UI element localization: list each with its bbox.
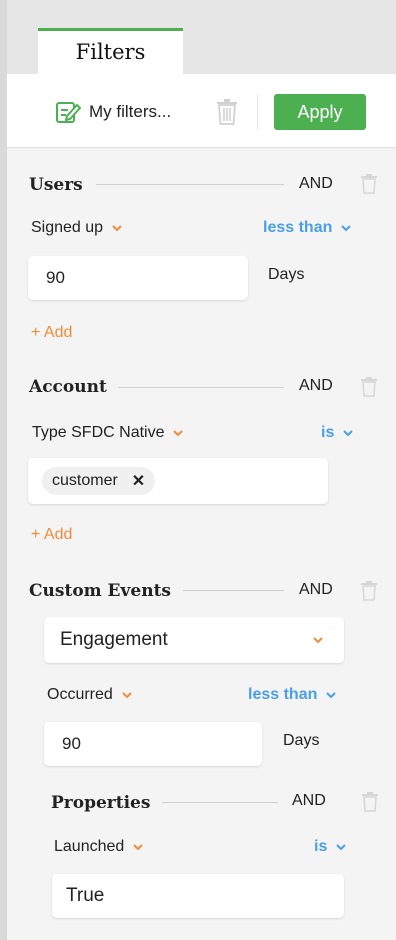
property-field-label: Launched xyxy=(54,838,125,855)
custom-events-logic-label: AND xyxy=(299,581,333,598)
users-section-title: Users xyxy=(29,175,83,195)
properties-divider xyxy=(162,802,278,803)
event-select[interactable]: Engagement xyxy=(44,617,344,663)
toolbar-divider xyxy=(257,94,258,130)
property-field-dropdown[interactable]: Launched xyxy=(54,838,144,856)
account-divider xyxy=(118,387,284,388)
chevron-down-icon xyxy=(326,692,337,699)
my-filters-button[interactable]: My filters... xyxy=(55,99,171,125)
properties-logic-label: AND xyxy=(292,792,326,809)
property-value-text: True xyxy=(66,885,105,906)
users-operator-label: less than xyxy=(263,219,333,236)
my-filters-label: My filters... xyxy=(89,102,172,121)
properties-section-title: Properties xyxy=(51,793,151,813)
tab-filters-label: Filters xyxy=(75,40,146,64)
account-section-title: Account xyxy=(29,377,107,397)
remove-chip-icon[interactable]: ✕ xyxy=(132,471,145,491)
event-value-input[interactable]: 90 xyxy=(44,722,262,766)
users-field-label: Signed up xyxy=(31,219,104,236)
property-value-input[interactable]: True xyxy=(52,874,344,918)
event-select-value: Engagement xyxy=(60,629,168,650)
event-field-label: Occurred xyxy=(47,686,113,703)
event-value-text: 90 xyxy=(62,734,81,753)
delete-users-section-icon[interactable] xyxy=(361,174,377,194)
value-chip: customer ✕ xyxy=(42,467,156,495)
apply-button[interactable]: Apply xyxy=(274,94,366,130)
delete-account-section-icon[interactable] xyxy=(361,377,377,397)
event-field-dropdown[interactable]: Occurred xyxy=(47,686,133,704)
delete-filters-icon[interactable] xyxy=(216,99,238,125)
account-values-input[interactable]: customer ✕ xyxy=(28,458,328,504)
chevron-down-icon xyxy=(313,637,323,644)
chevron-down-icon xyxy=(122,692,132,699)
custom-events-divider xyxy=(183,590,284,591)
custom-events-section-title: Custom Events xyxy=(29,581,171,601)
chevron-down-icon xyxy=(341,225,352,232)
account-logic-label: AND xyxy=(299,377,333,394)
chevron-down-icon xyxy=(133,844,144,851)
users-field-dropdown[interactable]: Signed up xyxy=(31,219,123,237)
users-operator-dropdown[interactable]: less than xyxy=(263,219,352,237)
event-operator-label: less than xyxy=(248,686,318,703)
chevron-down-icon xyxy=(112,225,122,232)
chevron-down-icon xyxy=(173,430,184,437)
account-field-label: Type SFDC Native xyxy=(32,424,165,441)
users-value-text: 90 xyxy=(46,268,65,287)
account-operator-dropdown[interactable]: is xyxy=(321,424,354,442)
edit-note-icon xyxy=(56,102,81,123)
chip-label: customer xyxy=(52,472,118,489)
delete-custom-events-section-icon[interactable] xyxy=(361,581,377,601)
chevron-down-icon xyxy=(343,430,354,437)
account-operator-label: is xyxy=(321,424,335,441)
users-logic-label: AND xyxy=(299,175,333,192)
chevron-down-icon xyxy=(336,844,347,851)
account-field-dropdown[interactable]: Type SFDC Native xyxy=(32,424,184,442)
users-unit-label: Days xyxy=(268,266,305,283)
delete-properties-icon[interactable] xyxy=(362,792,378,812)
users-value-input[interactable]: 90 xyxy=(28,256,248,300)
users-divider xyxy=(96,184,284,185)
event-unit-label: Days xyxy=(283,732,320,749)
users-add-link[interactable]: + Add xyxy=(31,324,72,342)
event-operator-dropdown[interactable]: less than xyxy=(248,686,337,704)
account-add-link[interactable]: + Add xyxy=(31,526,72,544)
property-operator-dropdown[interactable]: is xyxy=(314,838,347,856)
left-edge-strip xyxy=(0,0,7,940)
property-operator-label: is xyxy=(314,838,328,855)
tab-filters[interactable]: Filters xyxy=(38,28,183,74)
